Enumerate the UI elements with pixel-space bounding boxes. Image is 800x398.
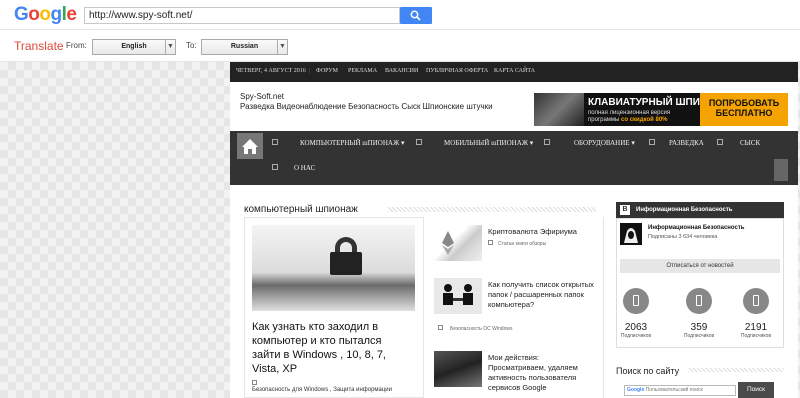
site-tagline: Разведка Видеонаблюдение Безопасность Сы… [240, 102, 493, 111]
menu-mobile-spying[interactable]: МОБИЛЬНЫЙ шПИОНАЖ ▾ [444, 139, 533, 147]
featured-title[interactable]: Как узнать кто заходил в компьютер и кто… [252, 320, 402, 376]
menu-bullet-icon [649, 139, 655, 145]
site-search-button[interactable]: Поиск [738, 382, 774, 398]
category-icon [488, 240, 493, 245]
to-language-select[interactable]: Russian ▼ [201, 39, 288, 55]
menu-bullet-icon [272, 164, 278, 170]
category-icon [252, 380, 257, 385]
vk-icon: B [620, 205, 630, 215]
ad-banner[interactable]: КЛАВИАТУРНЫЙ ШПИОН полная лицензионная в… [534, 93, 788, 126]
from-language-value: English [121, 43, 147, 50]
phone-icon [623, 288, 649, 314]
site-title[interactable]: Spy-Soft.net [240, 92, 284, 101]
menu-about[interactable]: О НАС [294, 164, 315, 172]
menu-bullet-icon [272, 139, 278, 145]
featured-image[interactable] [252, 225, 415, 311]
article-title[interactable]: Мои действия: Просматриваем, удаляем акт… [488, 353, 598, 393]
banner-cta-button[interactable]: ПОПРОБОВАТЬ БЕСПЛАТНО [700, 93, 788, 126]
article-meta[interactable]: Безопасность ОС Windows [450, 326, 512, 332]
section-heading: компьютерный шпионаж [244, 204, 358, 215]
featured-meta[interactable]: Безопасность для Windows , Защита информ… [252, 387, 392, 393]
shared-folders-thumbnail[interactable] [434, 278, 482, 314]
banner-text-b: программы [588, 117, 620, 123]
article-title[interactable]: Как получить список открытых папок / рас… [488, 280, 598, 310]
menu-equipment-label: ОБОРУДОВАНИЕ [574, 139, 630, 147]
menu-bullet-icon [416, 139, 422, 145]
ethereum-icon [442, 231, 454, 255]
chevron-down-icon: ▼ [165, 40, 175, 54]
translate-bar: Translate From: English ▼ To: Russian ▼ [0, 30, 800, 62]
menu-computer-spying-label: КОМПЬЮТЕРНЫЙ шПИОНАЖ [300, 139, 400, 147]
heading-divider [388, 207, 596, 212]
phone-icon [743, 288, 769, 314]
heading-divider [688, 368, 784, 372]
from-language-select[interactable]: English ▼ [92, 39, 176, 55]
topnav-forum[interactable]: ФОРУМ [316, 68, 338, 74]
topnav-ads[interactable]: РЕКЛАМА [348, 68, 377, 74]
phone-icon [686, 288, 712, 314]
category-icon [438, 325, 443, 330]
article-meta[interactable]: Статьи книги обзоры [498, 241, 546, 247]
to-label: To: [186, 41, 197, 50]
mobile-menu-toggle[interactable] [774, 159, 788, 181]
url-input[interactable]: http://www.spy-soft.net/ [84, 7, 400, 24]
stat-label: Подписчиков [740, 333, 772, 339]
to-language-value: Russian [230, 43, 259, 50]
topnav-vacancies[interactable]: ВАКАНСИИ [385, 68, 418, 74]
google-activity-thumbnail[interactable] [434, 351, 482, 387]
stat-label: Подписчиков [683, 333, 715, 339]
stat-label: Подписчиков [620, 333, 652, 339]
hacker-icon [624, 228, 638, 243]
unsubscribe-button[interactable]: Отписаться от новостей [620, 259, 780, 273]
vk-avatar[interactable] [620, 223, 642, 245]
google-logo[interactable]: Google [14, 4, 77, 26]
stat-block[interactable]: 359 Подписчиков [679, 288, 719, 339]
search-icon [410, 10, 421, 21]
menu-investigation[interactable]: СЫСК [740, 139, 760, 147]
site-search-heading: Поиск по сайту [616, 366, 680, 376]
ethereum-thumbnail[interactable] [434, 225, 482, 261]
menu-bullet-icon [544, 139, 550, 145]
stat-number: 2191 [744, 322, 768, 333]
vk-widget-header: B Информационная Безопасность [616, 202, 784, 218]
banner-text: полная лицензионная версия программы со … [588, 110, 696, 124]
menu-bullet-icon [717, 139, 723, 145]
translated-site: ЧЕТВЕРГ, 4 АВГУСТ 2016 | ФОРУМ РЕКЛАМА В… [230, 62, 798, 398]
lock-icon [330, 252, 362, 275]
site-search-input[interactable]: Google Пользовательский поиск [624, 385, 736, 396]
stat-number: 2063 [624, 322, 648, 333]
people-icon [443, 284, 473, 305]
stat-block[interactable]: 2063 Подписчиков [616, 288, 656, 339]
stat-number: 359 [690, 322, 708, 333]
main-menu: КОМПЬЮТЕРНЫЙ шПИОНАЖ ▾ МОБИЛЬНЫЙ шПИОНАЖ… [230, 131, 798, 185]
google-header: Google http://www.spy-soft.net/ [0, 0, 800, 30]
menu-mobile-spying-label: МОБИЛЬНЫЙ шПИОНАЖ [444, 139, 529, 147]
banner-text-a: полная лицензионная версия [588, 110, 671, 116]
vk-group-name[interactable]: Информационная Безопасность [648, 225, 744, 231]
vk-subscriber-count: Подписаны 3 634 человека [648, 234, 718, 240]
site-top-nav: ЧЕТВЕРГ, 4 АВГУСТ 2016 | ФОРУМ РЕКЛАМА В… [230, 62, 798, 82]
topnav-sitemap[interactable]: КАРТА САЙТА [494, 68, 535, 74]
home-icon [242, 139, 258, 154]
translate-label: Translate [14, 39, 64, 53]
menu-equipment[interactable]: ОБОРУДОВАНИЕ ▾ [574, 139, 635, 147]
home-button[interactable] [237, 133, 263, 159]
banner-image [534, 93, 584, 126]
from-label: From: [66, 41, 87, 50]
banner-discount: со скидкой 80% [621, 117, 668, 123]
stat-block[interactable]: 2191 Подписчиков [736, 288, 776, 339]
menu-computer-spying[interactable]: КОМПЬЮТЕРНЫЙ шПИОНАЖ ▾ [300, 139, 404, 147]
article-title[interactable]: Криптовалюта Эфириума [488, 227, 598, 237]
go-button[interactable] [400, 7, 432, 24]
menu-intelligence[interactable]: РАЗВЕДКА [669, 139, 704, 147]
search-brand: Google [627, 387, 645, 393]
chevron-down-icon: ▼ [277, 40, 287, 54]
vk-widget-title[interactable]: Информационная Безопасность [636, 207, 732, 213]
banner-title: КЛАВИАТУРНЫЙ ШПИОН [588, 97, 715, 108]
nav-separator: | [309, 68, 311, 74]
search-placeholder: Пользовательский поиск [645, 387, 703, 393]
topnav-offer[interactable]: ПУБЛИЧНАЯ ОФЕРТА [426, 68, 488, 74]
site-date: ЧЕТВЕРГ, 4 АВГУСТ 2016 [236, 68, 306, 74]
